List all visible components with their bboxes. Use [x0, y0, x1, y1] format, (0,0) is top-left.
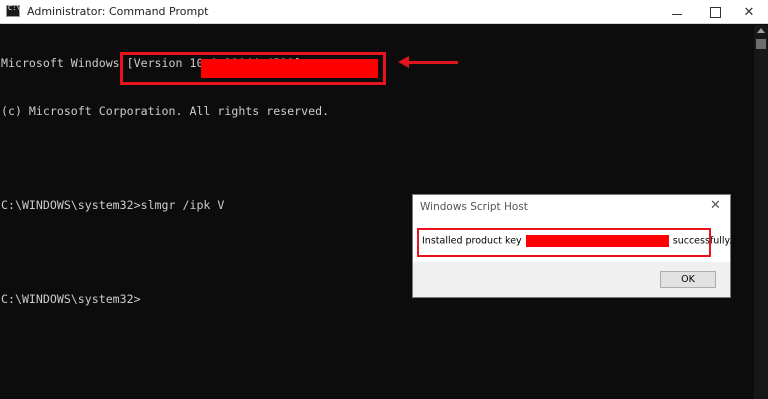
arrow-line	[406, 61, 458, 64]
console-line: (c) Microsoft Corporation. All rights re…	[1, 103, 330, 118]
close-icon: ✕	[743, 4, 755, 20]
window-title: Administrator: Command Prompt	[27, 5, 209, 18]
cmd-icon	[6, 4, 21, 17]
minimize-button[interactable]	[658, 0, 696, 24]
scroll-thumb[interactable]	[756, 39, 766, 49]
maximize-button[interactable]	[696, 0, 734, 24]
dialog-close-icon[interactable]: ✕	[710, 198, 721, 213]
console-scrollbar[interactable]	[754, 25, 768, 399]
message-highlight-box	[417, 228, 711, 257]
scroll-up-icon[interactable]	[757, 28, 765, 33]
minimize-icon	[672, 13, 682, 15]
script-host-dialog: Windows Script Host ✕ Installed product …	[412, 194, 732, 298]
maximize-icon	[709, 6, 721, 18]
window-titlebar: Administrator: Command Prompt ✕	[0, 0, 768, 24]
dialog-footer: OK	[413, 262, 730, 297]
command-highlight-box	[120, 52, 386, 85]
close-button[interactable]: ✕	[730, 0, 768, 24]
dialog-title: Windows Script Host	[420, 201, 528, 213]
ok-button[interactable]: OK	[660, 271, 716, 288]
